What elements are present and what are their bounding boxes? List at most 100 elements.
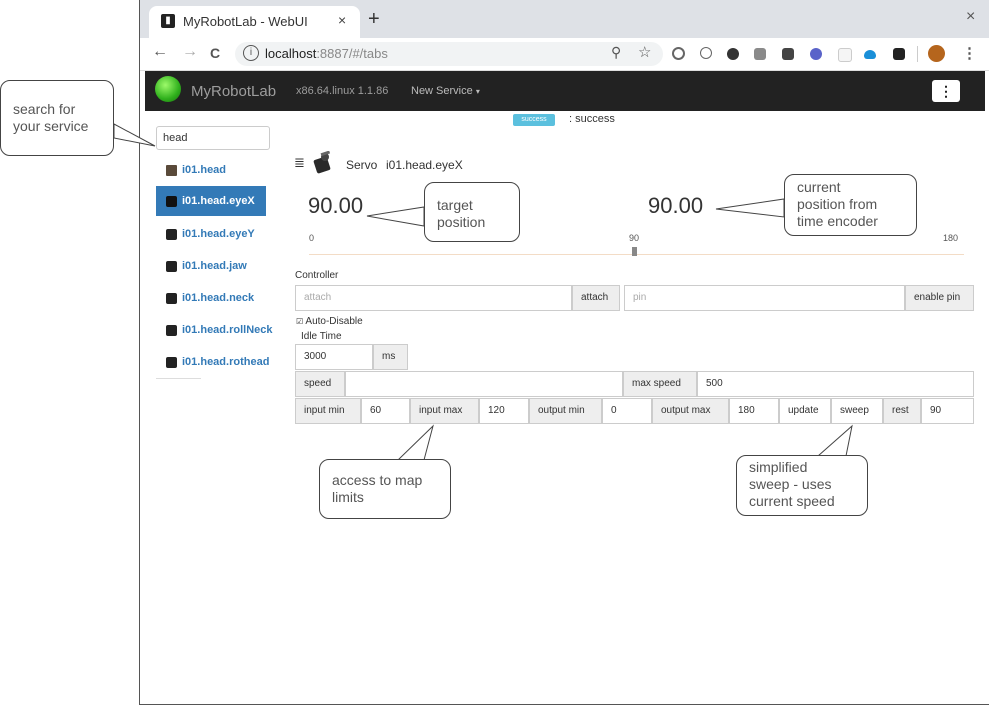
new-service-label: New Service [411,85,473,97]
info-icon[interactable]: i [243,45,259,61]
callout-sweep: simplified sweep - uses current speed [736,455,868,516]
callout-map-line1: access to map [332,472,423,488]
address-bar[interactable]: i localhost:8887/#/tabs ⚲ ☆ [235,42,663,66]
slider-mid-label: 90 [629,233,640,243]
extension-icon[interactable] [810,48,822,60]
sidebar-item[interactable]: i01.head.rothead [156,347,276,377]
callout-current: current position from time encoder [784,174,917,236]
new-tab-button[interactable]: + [368,8,380,31]
attach-button[interactable]: attach [572,285,620,311]
profile-avatar[interactable] [928,45,945,62]
callout-search-line2: your service [13,118,89,134]
pin-input[interactable]: pin [624,285,905,311]
url-text: localhost:8887/#/tabs [265,46,388,61]
callout-map-limits: access to map limits [319,459,451,519]
checkbox-check-icon[interactable]: ☑ [296,317,303,326]
tab-strip: ▮ MyRobotLab - WebUI × + × [140,0,989,38]
bookmark-star-icon[interactable]: ☆ [638,43,651,61]
callout-current-line1: current [797,179,841,195]
url-host: localhost [265,46,317,61]
sidebar-item[interactable]: i01.head.rollNeck [156,315,276,345]
status-badge: success [513,114,555,126]
callout-search: search for your service [0,80,114,156]
auto-disable-checkbox[interactable]: ☑ Auto-Disable [296,316,363,327]
callout-target-line1: target [437,197,473,213]
logo-icon[interactable] [155,76,181,102]
servo-icon [166,325,177,336]
extension-icon[interactable] [782,48,794,60]
callout-current-line3: time encoder [797,213,878,229]
attach-input[interactable]: attach [295,285,572,311]
sidebar-item-label: i01.head.neck [182,292,255,304]
service-search-input[interactable] [156,126,270,150]
max-speed-input[interactable]: 500 [697,371,974,397]
service-list-divider [156,378,201,379]
reload-icon[interactable]: C [210,45,220,61]
browser-tab[interactable]: ▮ MyRobotLab - WebUI × [149,6,360,38]
callout-target: target position [424,182,520,242]
servo-icon [166,229,177,240]
servo-icon [166,261,177,272]
callout-map-line2: limits [332,489,364,505]
output-min-label: output min [529,398,602,424]
sidebar-item[interactable]: i01.head.jaw [156,251,266,281]
sidebar-item-label: i01.head [182,164,227,176]
callout-sweep-line3: current speed [749,493,835,509]
list-icon[interactable]: ≣ [294,155,305,171]
input-min-label: input min [295,398,361,424]
callout-sweep-line1: simplified [749,459,808,475]
output-max-input[interactable]: 180 [729,398,779,424]
status-text: : success [569,113,615,125]
favicon-icon: ▮ [161,14,175,28]
servo-icon [313,151,331,174]
rest-input[interactable]: 90 [921,398,974,424]
callout-search-line1: search for [13,101,76,117]
extension-icon[interactable] [754,48,766,60]
brand-name[interactable]: MyRobotLab [191,83,276,100]
input-min-input[interactable]: 60 [361,398,410,424]
output-min-input[interactable]: 0 [602,398,652,424]
max-speed-label: max speed [623,371,697,397]
extension-icon[interactable] [727,48,739,60]
sidebar-item[interactable]: i01.head.neck [156,283,266,313]
position-slider-handle[interactable] [632,247,637,256]
sidebar-item-label: i01.head.rollNeck [182,324,273,336]
slider-max-label: 180 [943,233,959,243]
rest-label: rest [883,398,921,424]
tab-close-icon[interactable]: × [338,12,346,28]
update-button[interactable]: update [779,398,831,424]
sidebar-item[interactable]: i01.head.eyeY [156,219,266,249]
window-close-icon[interactable]: × [966,8,975,26]
forward-icon[interactable]: → [182,43,198,61]
idle-time-input[interactable]: 3000 [295,344,373,370]
speed-label: speed [295,371,345,397]
enable-pin-button[interactable]: enable pin [905,285,974,311]
servo-type: Servo [346,158,378,172]
sidebar-item[interactable]: i01.head [156,155,266,185]
new-service-dropdown[interactable]: New Service ▾ [411,85,480,97]
speed-input[interactable] [345,371,623,397]
sweep-button[interactable]: sweep [831,398,883,424]
extension-icon[interactable] [700,47,712,59]
servo-icon [166,357,177,368]
sidebar-item[interactable]: i01.head.eyeX [156,186,266,216]
terminal-icon[interactable] [893,48,905,60]
browser-toolbar: ← → C i localhost:8887/#/tabs ⚲ ☆ ⋮ [140,38,989,71]
navbar-menu-button[interactable]: ⋮ [932,80,960,102]
slider-min-label: 0 [309,233,315,243]
extension-icon[interactable] [838,48,852,62]
input-max-label: input max [410,398,479,424]
extension-icon[interactable] [672,47,685,60]
cloud-icon[interactable] [864,50,876,59]
toolbar-divider [917,46,918,62]
browser-menu-icon[interactable]: ⋮ [962,44,977,62]
zoom-icon[interactable]: ⚲ [611,44,621,61]
callout-target-line2: position [437,214,486,230]
robot-head-icon [166,165,177,176]
servo-icon [166,293,177,304]
back-icon[interactable]: ← [152,43,168,61]
input-max-input[interactable]: 120 [479,398,529,424]
current-position-value: 90.00 [648,193,704,218]
tab-title: MyRobotLab - WebUI [183,14,308,29]
platform-version: x86.64.linux 1.1.86 [296,85,389,97]
